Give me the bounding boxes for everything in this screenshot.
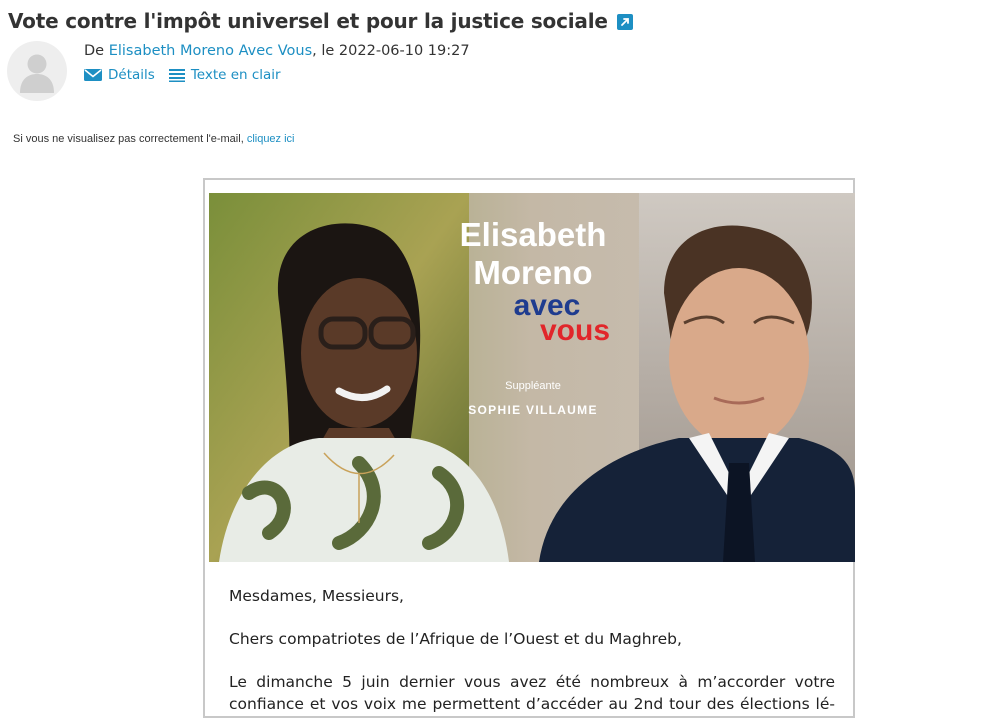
external-link-icon[interactable] xyxy=(616,14,633,30)
sender-line: De Elisabeth Moreno Avec Vous, le 2022-0… xyxy=(84,43,470,59)
salutation: Chers compatriotes de l’Afrique de l’Oue… xyxy=(229,630,682,648)
click-here-link[interactable]: cliquez ici xyxy=(247,133,295,145)
email-subject: Vote contre l'impôt universel et pour la… xyxy=(8,9,608,33)
view-notice: Si vous ne visualisez pas correctement l… xyxy=(13,133,295,145)
paragraph-1: Le dimanche 5 juin dernier vous avez été… xyxy=(229,671,835,715)
banner-name-first: Elisabeth xyxy=(460,216,607,253)
email-content-card: Elisabeth Moreno avec vous Suppléante SO… xyxy=(203,178,855,718)
paragraph-1-line-1: Le dimanche 5 juin dernier vous avez été… xyxy=(229,673,835,691)
plain-text-label: Texte en clair xyxy=(190,67,281,83)
plain-text-button[interactable]: Texte en clair xyxy=(168,67,281,83)
text-lines-icon xyxy=(168,69,185,82)
campaign-banner: Elisabeth Moreno avec vous Suppléante SO… xyxy=(209,193,855,562)
banner-vous: vous xyxy=(540,314,610,347)
sender-link[interactable]: Elisabeth Moreno Avec Vous xyxy=(109,43,312,59)
email-date: , le 2022-06-10 19:27 xyxy=(312,43,470,59)
greeting: Mesdames, Messieurs, xyxy=(229,587,404,605)
envelope-icon xyxy=(84,69,102,81)
subject-row: Vote contre l'impôt universel et pour la… xyxy=(8,6,633,36)
email-body: Mesdames, Messieurs, Chers compatriotes … xyxy=(229,585,835,715)
notice-text: Si vous ne visualisez pas correctement l… xyxy=(13,133,247,145)
suppleante-name: SOPHIE VILLAUME xyxy=(468,403,598,417)
suppleante-label: Suppléante xyxy=(505,380,561,392)
banner-name-last: Moreno xyxy=(473,254,592,291)
paragraph-1-line-2: confiance et vos voix me permettent d’ac… xyxy=(229,695,835,713)
details-button[interactable]: Détails xyxy=(84,67,155,83)
avatar xyxy=(7,41,67,101)
from-prefix: De xyxy=(84,43,105,59)
header-actions: Détails Texte en clair xyxy=(84,67,281,83)
details-label: Détails xyxy=(108,67,155,83)
